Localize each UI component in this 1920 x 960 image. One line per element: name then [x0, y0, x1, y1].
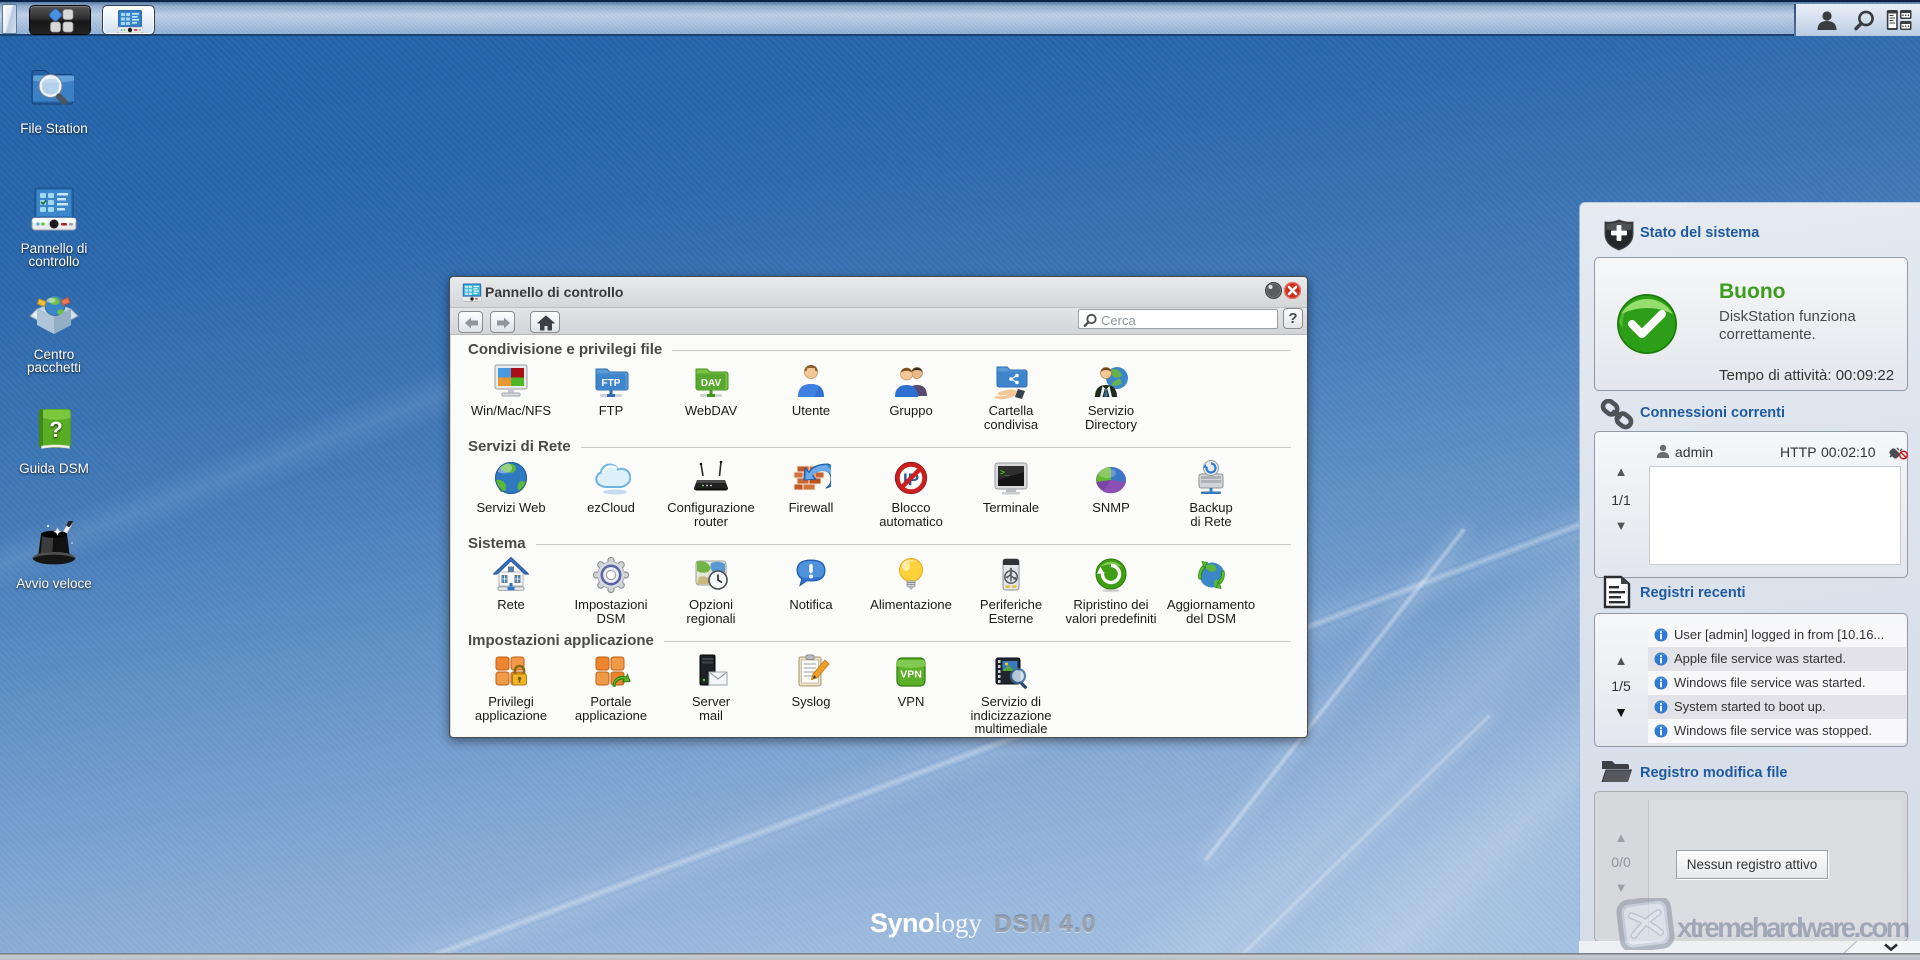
- svg-text:>_: >_: [1000, 469, 1010, 478]
- svg-text:xtremehardware.com: xtremehardware.com: [1677, 912, 1909, 943]
- svg-text:FTP: FTP: [602, 378, 621, 389]
- svg-text:DAV: DAV: [701, 378, 722, 389]
- svg-text:?: ?: [49, 417, 62, 442]
- svg-text:VPN: VPN: [900, 669, 922, 681]
